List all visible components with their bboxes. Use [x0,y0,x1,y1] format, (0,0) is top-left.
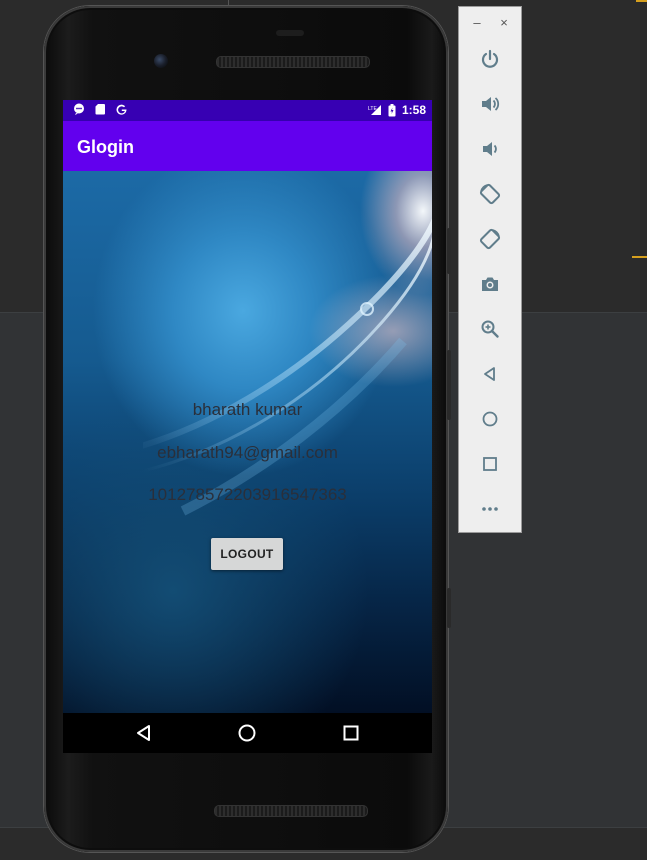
front-camera [154,54,168,68]
logout-button[interactable]: LOGOUT [211,538,283,570]
app-toolbar: Glogin [63,121,432,171]
home-icon[interactable] [237,723,257,743]
user-id: 101278572203916547363 [148,485,347,504]
emulator-toolbar: – × [458,6,522,533]
device-screen: LTE 1:58 Glogin bharath kumar ebharath94… [63,100,432,753]
bottom-speaker-grille [214,805,368,817]
user-email: ebharath94@gmail.com [157,443,338,462]
rotate-left-icon[interactable] [479,183,501,205]
back-icon[interactable] [134,723,154,743]
more-icon[interactable] [479,498,501,520]
recents-icon[interactable] [341,723,361,743]
volume-down-icon[interactable] [479,138,501,160]
app-title: Glogin [77,137,134,157]
camera-icon[interactable] [479,273,501,295]
status-time: 1:58 [401,103,426,117]
ide-accent-marker [636,0,647,2]
svg-text:LTE: LTE [368,106,377,112]
google-icon [115,103,127,115]
battery-icon [388,104,396,117]
home-icon[interactable] [479,408,501,430]
volume-up-icon[interactable] [479,93,501,115]
user-name: bharath kumar [192,400,303,419]
status-bar: LTE 1:58 [63,100,432,121]
earpiece-slot [276,30,304,36]
sd-card-icon [94,103,106,115]
ide-accent-marker [632,256,647,258]
top-speaker-grille [216,56,370,68]
navigation-bar [63,713,432,753]
profile-content: bharath kumar ebharath94@gmail.com 10127… [63,171,432,713]
power-icon[interactable] [479,48,501,70]
close-button[interactable]: × [497,15,511,30]
background-wallpaper [143,218,432,516]
message-icon [73,103,85,115]
minimize-button[interactable]: – [470,15,484,30]
side-power-button [447,228,451,274]
back-icon[interactable] [479,363,501,385]
zoom-icon[interactable] [479,318,501,340]
side-button [447,588,451,628]
side-volume-button [447,350,451,420]
overview-icon[interactable] [479,453,501,475]
rotate-right-icon[interactable] [479,228,501,250]
lte-signal-icon: LTE [368,104,382,116]
